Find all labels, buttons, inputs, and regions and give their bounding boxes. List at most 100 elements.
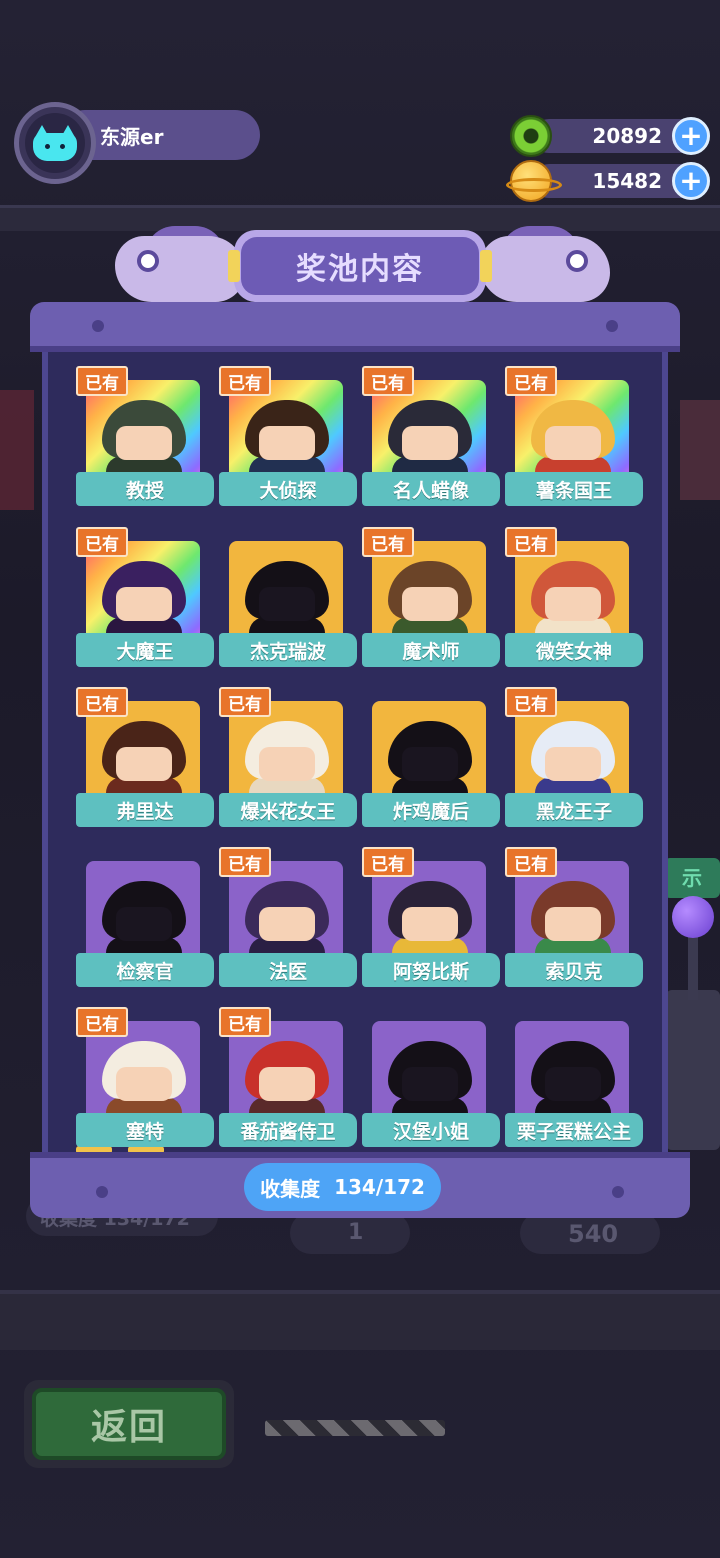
modal-title-plate: 奖池内容 <box>228 230 492 302</box>
prize-card[interactable]: 已有 爆米花女王 <box>219 687 357 827</box>
owned-badge: 已有 <box>362 527 414 557</box>
character-name: 弗里达 <box>76 793 214 827</box>
character-name: 栗子蛋糕公主 <box>505 1113 643 1147</box>
avatar[interactable] <box>14 102 96 184</box>
hazard-stripe <box>265 1420 445 1436</box>
prize-card[interactable]: 已有 弗里达 <box>76 687 214 827</box>
character-face <box>259 747 315 781</box>
ghost-count-text: 1 <box>348 1220 364 1245</box>
character-face <box>402 747 458 781</box>
owned-badge: 已有 <box>219 366 271 396</box>
character-name: 番茄酱侍卫 <box>219 1113 357 1147</box>
ghost-price-text: 540 <box>568 1220 619 1248</box>
prize-card[interactable]: 汉堡小姐 <box>362 1007 500 1147</box>
add-donut-button[interactable]: + <box>672 117 710 155</box>
character-name: 杰克瑞波 <box>219 633 357 667</box>
character-name: 名人蜡像 <box>362 472 500 506</box>
character-face <box>402 587 458 621</box>
lever-base <box>666 990 720 1150</box>
prize-card[interactable]: 已有 教授 <box>76 366 214 506</box>
back-button[interactable]: 返回 <box>24 1380 234 1468</box>
background-shelf <box>0 205 720 231</box>
owned-badge: 已有 <box>219 1007 271 1037</box>
prize-card[interactable]: 已有 微笑女神 <box>505 527 643 667</box>
character-name: 黑龙王子 <box>505 793 643 827</box>
planet-icon <box>506 160 562 202</box>
background-curtain-right <box>680 400 720 500</box>
character-name: 魔术师 <box>362 633 500 667</box>
profile-name: 东源er <box>100 124 164 149</box>
character-name: 阿努比斯 <box>362 953 500 987</box>
fish-decoration-left-icon <box>115 226 245 302</box>
prize-card[interactable]: 已有 法医 <box>219 847 357 987</box>
owned-badge: 已有 <box>362 847 414 877</box>
character-name: 大魔王 <box>76 633 214 667</box>
prize-card[interactable]: 已有 名人蜡像 <box>362 366 500 506</box>
modal-top-frame <box>30 302 680 352</box>
owned-badge: 已有 <box>76 1007 128 1037</box>
character-face <box>402 907 458 941</box>
character-face <box>116 747 172 781</box>
modal-title: 奖池内容 <box>241 237 479 295</box>
character-name: 法医 <box>219 953 357 987</box>
character-name: 爆米花女王 <box>219 793 357 827</box>
prize-card[interactable]: 栗子蛋糕公主 <box>505 1007 643 1147</box>
character-name: 索贝克 <box>505 953 643 987</box>
prize-card[interactable]: 已有 番茄酱侍卫 <box>219 1007 357 1147</box>
side-hint-button: 示 <box>664 858 720 898</box>
prize-card[interactable]: 已有 大魔王 <box>76 527 214 667</box>
character-face <box>116 587 172 621</box>
owned-badge: 已有 <box>505 366 557 396</box>
owned-badge: 已有 <box>505 847 557 877</box>
prize-card-grid: 已有 教授 已有 大侦探 已有 名人蜡像 已有 薯条国王 已有 大魔王 杰克瑞波 已有 魔术师 已有 微笑女… <box>48 352 662 1152</box>
character-face <box>116 1067 172 1101</box>
prize-card[interactable]: 检察官 <box>76 847 214 987</box>
character-name: 炸鸡魔后 <box>362 793 500 827</box>
prize-card[interactable]: 已有 薯条国王 <box>505 366 643 506</box>
collection-value: 134/172 <box>334 1175 425 1199</box>
character-face <box>116 907 172 941</box>
character-name: 教授 <box>76 472 214 506</box>
character-name: 薯条国王 <box>505 472 643 506</box>
prize-card[interactable]: 杰克瑞波 <box>219 527 357 667</box>
character-face <box>545 1067 601 1101</box>
donut-icon <box>510 115 552 157</box>
character-name: 检察官 <box>76 953 214 987</box>
prize-card[interactable]: 已有 大侦探 <box>219 366 357 506</box>
add-planet-button[interactable]: + <box>672 162 710 200</box>
character-name: 汉堡小姐 <box>362 1113 500 1147</box>
character-face <box>545 426 601 460</box>
prize-card[interactable]: 已有 索贝克 <box>505 847 643 987</box>
character-face <box>402 426 458 460</box>
character-name: 大侦探 <box>219 472 357 506</box>
character-face <box>259 587 315 621</box>
prize-card[interactable]: 已有 黑龙王子 <box>505 687 643 827</box>
prize-card[interactable]: 已有 塞特 <box>76 1007 214 1147</box>
lever-stick <box>688 930 698 1000</box>
background-machine-bar <box>0 1290 720 1350</box>
owned-badge: 已有 <box>505 687 557 717</box>
owned-badge: 已有 <box>76 366 128 396</box>
character-name: 微笑女神 <box>505 633 643 667</box>
owned-badge: 已有 <box>362 366 414 396</box>
collection-label: 收集度 <box>260 1176 321 1201</box>
character-face <box>259 907 315 941</box>
character-face <box>545 587 601 621</box>
currency-donut: 20892 + <box>510 115 710 157</box>
fish-decoration-right-icon <box>480 226 610 302</box>
owned-badge: 已有 <box>219 687 271 717</box>
owned-badge: 已有 <box>219 847 271 877</box>
character-face <box>545 747 601 781</box>
character-name: 塞特 <box>76 1113 214 1147</box>
ghost-price-pill: 540 <box>520 1212 660 1254</box>
prize-card[interactable]: 已有 阿努比斯 <box>362 847 500 987</box>
prize-pool-panel[interactable]: 已有 教授 已有 大侦探 已有 名人蜡像 已有 薯条国王 已有 大魔王 杰克瑞波 已有 魔术师 已有 微笑女… <box>42 352 668 1152</box>
character-face <box>116 426 172 460</box>
prize-card[interactable]: 炸鸡魔后 <box>362 687 500 827</box>
back-button-label: 返回 <box>32 1388 226 1460</box>
prize-card[interactable]: 已有 魔术师 <box>362 527 500 667</box>
character-face <box>259 1067 315 1101</box>
character-face <box>545 907 601 941</box>
cat-avatar-icon <box>33 125 77 161</box>
lever-handle <box>672 896 714 938</box>
